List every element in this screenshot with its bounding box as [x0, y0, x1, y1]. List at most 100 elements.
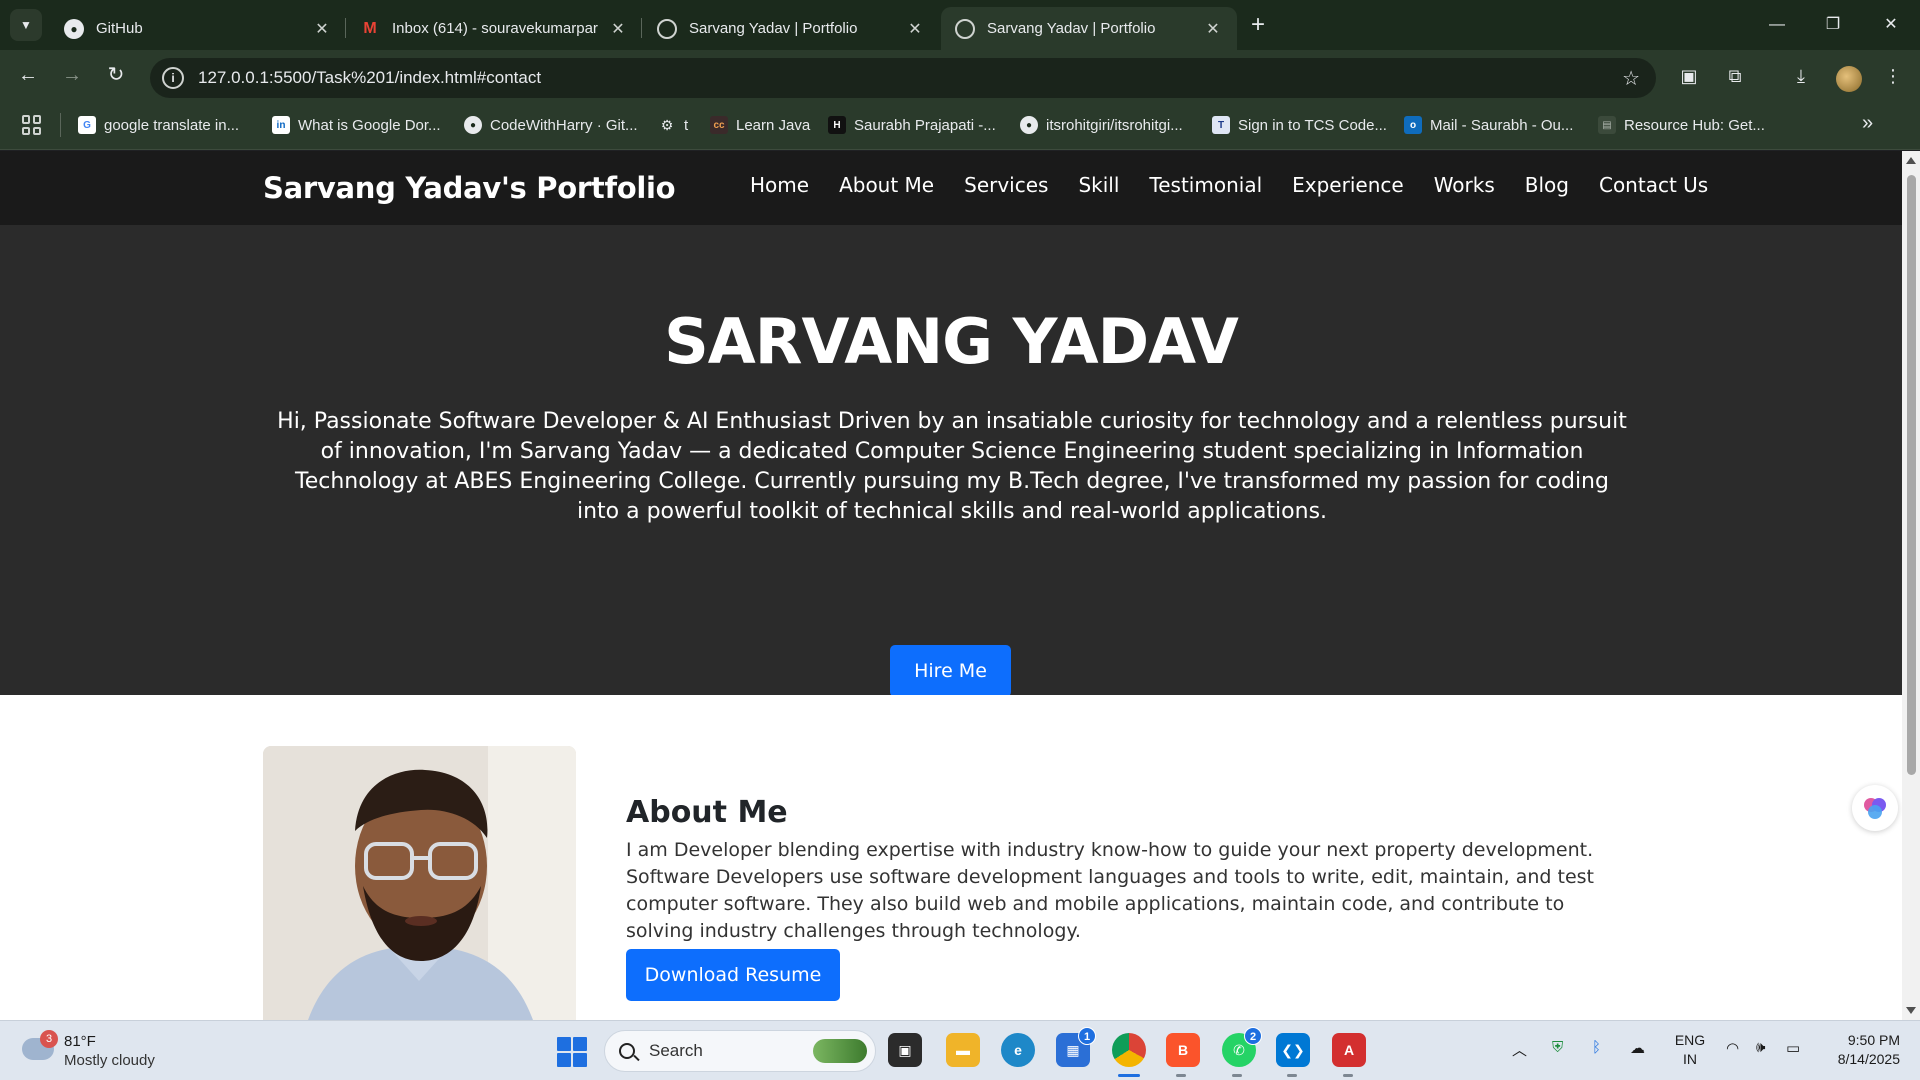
vscode-icon[interactable]: ❮❯	[1276, 1033, 1310, 1067]
whatsapp-badge: 2	[1244, 1027, 1262, 1045]
close-icon[interactable]: ✕	[312, 19, 332, 39]
bookmark-item[interactable]: ⚙ t	[658, 112, 688, 138]
language-indicator[interactable]: ENG IN	[1670, 1031, 1710, 1069]
weather-widget[interactable]: 3 81°F Mostly cloudy	[22, 1030, 202, 1072]
nav-home[interactable]: Home	[750, 173, 809, 197]
nav-skill[interactable]: Skill	[1078, 173, 1119, 197]
taskbar-search[interactable]: Search	[604, 1030, 876, 1072]
system-clock[interactable]: 9:50 PM 8/14/2025	[1810, 1031, 1900, 1069]
bookmark-item[interactable]: ▤ Resource Hub: Get...	[1598, 112, 1765, 138]
minimize-button[interactable]: —	[1752, 10, 1802, 40]
site-brand[interactable]: Sarvang Yadav's Portfolio	[263, 171, 676, 205]
volume-icon[interactable]: 🕪	[1756, 1039, 1765, 1056]
bookmark-item[interactable]: o Mail - Saurabh - Ou...	[1404, 112, 1573, 138]
close-window-button[interactable]: ✕	[1866, 10, 1916, 40]
cloud-sync-icon[interactable]: ☁	[1630, 1039, 1645, 1057]
tab-search-icon[interactable]: ▣	[1676, 64, 1702, 90]
store-icon[interactable]: ▦ 1	[1056, 1027, 1096, 1067]
github-icon: ●	[464, 116, 482, 134]
apps-grid-icon[interactable]	[22, 115, 42, 135]
site-navbar: Sarvang Yadav's Portfolio Home About Me …	[0, 151, 1902, 225]
bookmark-item[interactable]: cc Learn Java	[710, 112, 810, 138]
bookmark-item[interactable]: in What is Google Dor...	[272, 112, 441, 138]
bookmark-item[interactable]: T Sign in to TCS Code...	[1212, 112, 1387, 138]
scroll-thumb[interactable]	[1907, 175, 1916, 775]
nav-experience[interactable]: Experience	[1292, 173, 1404, 197]
download-resume-button[interactable]: Download Resume	[626, 949, 840, 1001]
close-icon[interactable]: ✕	[608, 19, 628, 39]
weather-temp: 81°F	[64, 1033, 96, 1050]
extensions-icon[interactable]: ⧉	[1722, 64, 1748, 90]
bookmarks-bar: Ggoogle translate in... in What is Google…	[0, 100, 1920, 150]
nav-testimonial[interactable]: Testimonial	[1149, 173, 1262, 197]
windows-start-icon[interactable]	[557, 1037, 587, 1067]
hire-me-button[interactable]: Hire Me	[890, 645, 1011, 697]
bookmark-item[interactable]: H Saurabh Prajapati -...	[828, 112, 996, 138]
edge-icon[interactable]: e	[1001, 1033, 1035, 1067]
openai-icon: ⚙	[660, 116, 674, 133]
profile-avatar[interactable]	[1836, 66, 1862, 92]
close-icon[interactable]: ✕	[1203, 19, 1223, 39]
about-section: About Me I am Developer blending experti…	[0, 695, 1902, 1020]
tab-title: Sarvang Yadav | Portfolio	[987, 20, 1156, 37]
forward-button[interactable]: →	[56, 60, 88, 92]
reload-button[interactable]: ↻	[100, 60, 132, 92]
tab-portfolio-active[interactable]: Sarvang Yadav | Portfolio ✕	[941, 7, 1237, 50]
task-view-icon[interactable]: ▣	[888, 1033, 922, 1067]
restore-button[interactable]: ❐	[1808, 10, 1858, 40]
taskbar-search-label: Search	[649, 1041, 703, 1060]
globe-icon	[955, 18, 975, 39]
file-explorer-icon[interactable]: ▬	[946, 1033, 980, 1067]
nav-contact[interactable]: Contact Us	[1599, 173, 1708, 197]
tab-title: GitHub	[96, 20, 143, 37]
address-bar[interactable]: i 127.0.0.1:5500/Task%201/index.html#con…	[150, 58, 1656, 98]
menu-icon[interactable]: ⋮	[1880, 64, 1906, 90]
bookmark-label: t	[684, 116, 689, 134]
nav-works[interactable]: Works	[1434, 173, 1495, 197]
acrobat-icon[interactable]: A	[1332, 1033, 1366, 1067]
nav-about[interactable]: About Me	[839, 173, 934, 197]
clock-date: 8/14/2025	[1837, 1051, 1900, 1067]
clock-time: 9:50 PM	[1847, 1032, 1900, 1048]
wifi-icon[interactable]: ◠	[1726, 1039, 1739, 1057]
lang-code: ENG	[1674, 1032, 1706, 1048]
tray-overflow-icon[interactable]: ︿	[1512, 1039, 1527, 1060]
about-line-1: I am Developer blending expertise with i…	[626, 839, 1594, 861]
tab-portfolio-1[interactable]: Sarvang Yadav | Portfolio ✕	[643, 7, 939, 50]
back-button[interactable]: ←	[12, 60, 44, 92]
assistant-brain-icon[interactable]	[1852, 785, 1898, 831]
bookmark-star-icon[interactable]: ☆	[1622, 66, 1640, 91]
brave-icon[interactable]: B	[1166, 1033, 1200, 1067]
site-nav-links: Home About Me Services Skill Testimonial…	[750, 173, 1738, 197]
profile-photo	[263, 746, 576, 1020]
tab-strip: ▼ ● GitHub ✕ M Inbox (614) - souravekuma…	[0, 0, 1920, 50]
chrome-icon[interactable]	[1112, 1033, 1146, 1067]
bookmark-item[interactable]: ● itsrohitgiri/itsrohitgi...	[1020, 112, 1183, 138]
download-icon[interactable]: ⤓	[1788, 64, 1814, 90]
more-bookmarks-icon[interactable]: »	[1862, 112, 1873, 135]
github-icon: ●	[64, 18, 84, 39]
new-tab-button[interactable]: +	[1244, 12, 1272, 40]
bookmark-label: Resource Hub: Get...	[1624, 116, 1765, 134]
bookmark-item[interactable]: Ggoogle translate in...	[78, 112, 239, 138]
scroll-down-arrow[interactable]	[1906, 1007, 1916, 1014]
defender-icon[interactable]: ⛨	[1552, 1039, 1563, 1056]
url-text: 127.0.0.1:5500/Task%201/index.html#conta…	[198, 68, 542, 87]
page-scrollbar[interactable]	[1902, 151, 1920, 1020]
browser-toolbar: ← → ↻ i 127.0.0.1:5500/Task%201/index.ht…	[0, 50, 1920, 100]
battery-icon[interactable]: ▭	[1786, 1039, 1800, 1057]
google-icon: G	[78, 116, 96, 134]
close-icon[interactable]: ✕	[905, 19, 925, 39]
site-info-icon[interactable]: i	[162, 67, 184, 89]
tab-search-button[interactable]: ▼	[10, 9, 42, 41]
gmail-icon: M	[363, 19, 377, 37]
bookmark-item[interactable]: ● CodeWithHarry · Git...	[464, 112, 638, 138]
bluetooth-icon[interactable]: ᛒ	[1592, 1039, 1601, 1056]
nav-services[interactable]: Services	[964, 173, 1048, 197]
resource-icon: ▤	[1598, 116, 1616, 134]
tab-github[interactable]: ● GitHub ✕	[50, 7, 346, 50]
whatsapp-icon[interactable]: ✆ 2	[1222, 1027, 1262, 1067]
scroll-up-arrow[interactable]	[1906, 157, 1916, 164]
nav-blog[interactable]: Blog	[1525, 173, 1569, 197]
tab-gmail[interactable]: M Inbox (614) - souravekumarpar ✕	[346, 7, 642, 50]
